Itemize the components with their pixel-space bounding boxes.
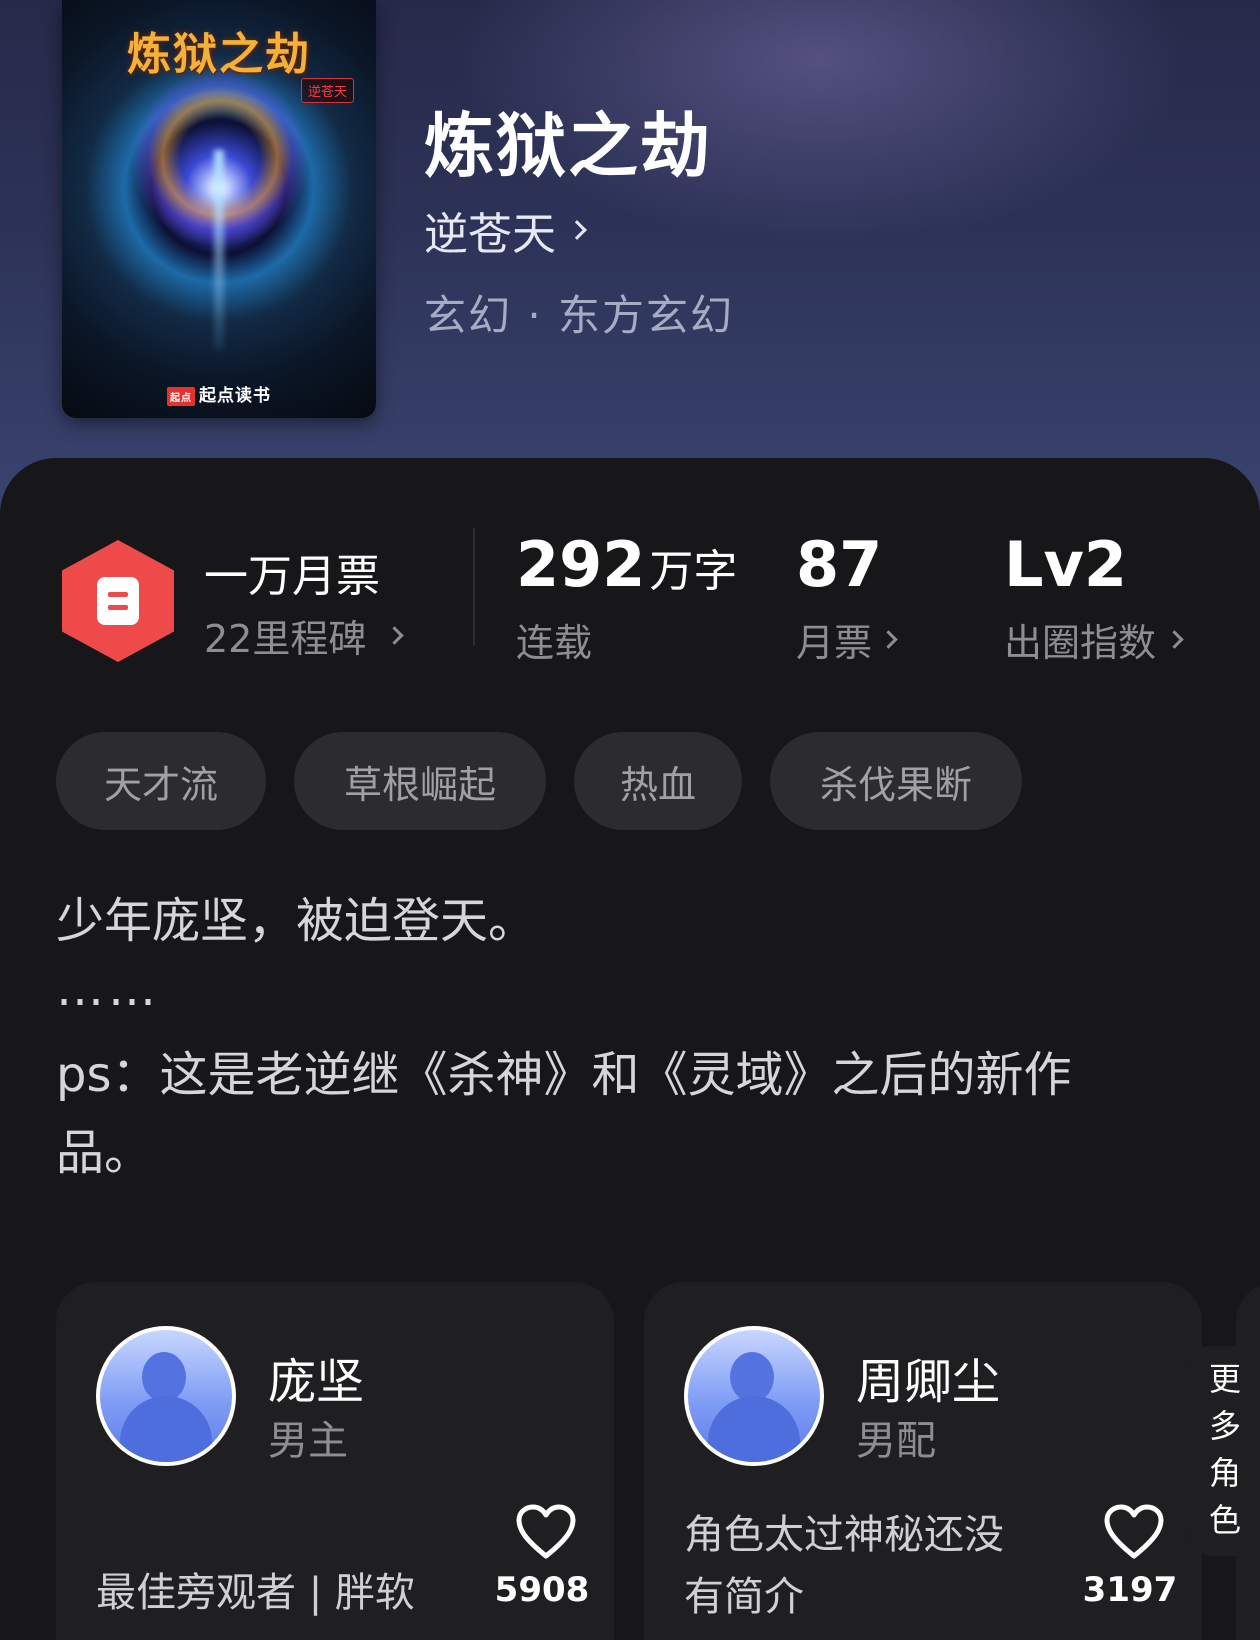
ticket-milestone-sub: 22里程碑 bbox=[204, 617, 367, 661]
character-name: 庞坚 bbox=[268, 1354, 365, 1410]
word-count-unit: 万字 bbox=[649, 546, 738, 597]
ticket-milestone-link[interactable]: 22里程碑 bbox=[204, 608, 405, 663]
like-count: 5908 bbox=[494, 1570, 590, 1610]
cover-brand-name: 起点读书 bbox=[199, 386, 271, 406]
circle-index-value: Lv2 bbox=[1004, 528, 1128, 601]
synopsis-line: 品。 bbox=[56, 1125, 153, 1181]
chevron-right-icon bbox=[1165, 630, 1184, 649]
author-name: 逆苍天 bbox=[424, 209, 556, 260]
circle-index-label: 出圈指数 bbox=[1004, 621, 1157, 665]
cover-brand: 起点 起点读书 bbox=[62, 381, 376, 406]
character-role: 男主 bbox=[268, 1418, 348, 1464]
character-role: 男配 bbox=[856, 1418, 936, 1464]
character-card[interactable]: 庞坚 男主 最佳旁观者 | 胖软 5908 bbox=[56, 1282, 614, 1640]
ticket-icon bbox=[97, 577, 139, 625]
heart-icon[interactable] bbox=[1104, 1504, 1164, 1560]
tag-chip[interactable]: 草根崛起 bbox=[294, 732, 546, 830]
monthly-ticket-label: 月票 bbox=[796, 621, 873, 665]
ticket-milestone-title[interactable]: 一万月票 bbox=[204, 540, 380, 604]
word-count: 292万字 bbox=[516, 528, 737, 601]
more-roles-label: 更多角色 bbox=[1208, 1360, 1241, 1539]
monthly-ticket-link[interactable]: 月票 bbox=[796, 612, 898, 667]
like-count: 3197 bbox=[1082, 1570, 1178, 1610]
tag-chip[interactable]: 热血 bbox=[574, 732, 742, 830]
cover-artwork-beam bbox=[214, 150, 224, 350]
character-description: 最佳旁观者 | 胖软 bbox=[96, 1570, 415, 1616]
more-roles-button[interactable]: 更多角色 bbox=[1190, 1346, 1260, 1556]
synopsis-ellipsis: …… bbox=[56, 961, 160, 1017]
character-avatar bbox=[684, 1326, 824, 1466]
character-card[interactable]: 周卿尘 男配 角色太过神秘还没 有简介 3197 bbox=[644, 1282, 1202, 1640]
author-link[interactable]: 逆苍天 bbox=[424, 198, 587, 262]
stats-divider bbox=[473, 528, 475, 646]
character-avatar bbox=[96, 1326, 236, 1466]
circle-index-link[interactable]: 出圈指数 bbox=[1004, 612, 1184, 667]
book-title: 炼狱之劫 bbox=[424, 104, 712, 187]
chevron-right-icon bbox=[385, 626, 405, 645]
word-count-value: 292 bbox=[516, 528, 646, 601]
chevron-right-icon bbox=[879, 630, 898, 649]
monthly-ticket-value: 87 bbox=[796, 528, 883, 601]
tag-chip[interactable]: 天才流 bbox=[56, 732, 266, 830]
cover-author-seal: 逆苍天 bbox=[300, 78, 354, 103]
synopsis-line: 少年庞坚，被迫登天。 bbox=[56, 893, 537, 949]
brand-logo-icon: 起点 bbox=[167, 386, 195, 406]
synopsis-line: ps：这是老逆继《杀神》和《灵域》之后的新作 bbox=[56, 1047, 1072, 1103]
serial-status: 连载 bbox=[516, 621, 593, 665]
book-genre: 玄幻 · 东方玄幻 bbox=[424, 291, 735, 340]
tag-chip[interactable]: 杀伐果断 bbox=[770, 732, 1022, 830]
character-description-line: 有简介 bbox=[684, 1574, 804, 1620]
heart-icon[interactable] bbox=[516, 1504, 576, 1560]
character-description: 角色太过神秘还没 有简介 bbox=[684, 1504, 1044, 1628]
chevron-right-icon bbox=[567, 220, 587, 240]
character-name: 周卿尘 bbox=[856, 1354, 1001, 1410]
character-description-line: 角色太过神秘还没 bbox=[684, 1512, 1004, 1558]
cover-title: 炼狱之劫 bbox=[127, 29, 311, 80]
book-cover[interactable]: 炼狱之劫 逆苍天 起点 起点读书 bbox=[62, 0, 376, 418]
